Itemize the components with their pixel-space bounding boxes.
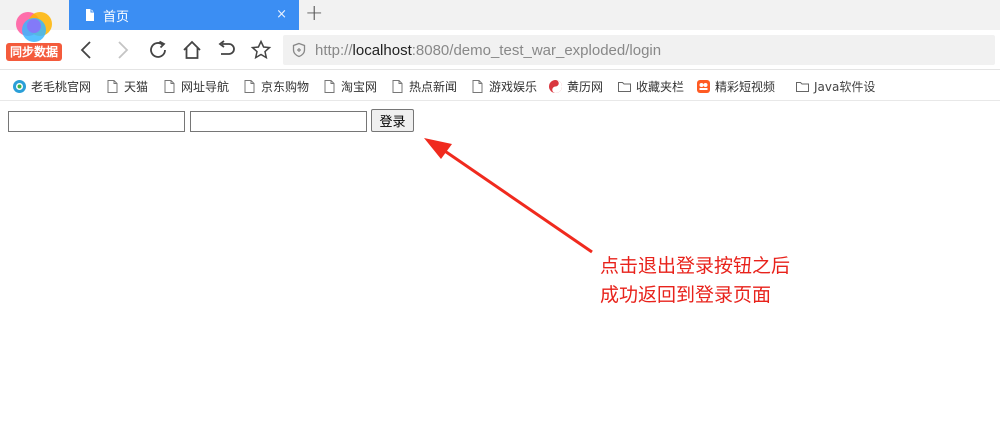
url-text[interactable]: http://localhost:8080/demo_test_war_expl…	[315, 42, 661, 59]
bookmark-label: 收藏夹栏	[636, 79, 685, 94]
undo-icon[interactable]	[215, 39, 237, 61]
tab-strip: 首页 × +	[0, 0, 1000, 30]
reload-icon[interactable]	[147, 39, 169, 61]
bookmark-games[interactable]: 游戏娱乐	[470, 77, 537, 95]
bookmark-label: 黄历网	[567, 79, 604, 94]
bookmark-short-video[interactable]: 精彩短视频	[696, 77, 775, 95]
bookmark-laomaotao[interactable]: 老毛桃官网	[12, 77, 91, 95]
page-icon	[107, 79, 118, 93]
back-icon[interactable]	[76, 39, 98, 61]
video-icon	[697, 79, 710, 93]
tab-home[interactable]: 首页 ×	[69, 0, 299, 30]
new-tab-button[interactable]: +	[305, 3, 323, 25]
document-icon	[86, 9, 94, 21]
bookmark-label: 老毛桃官网	[31, 79, 92, 94]
bookmark-jd[interactable]: 京东购物	[242, 77, 309, 95]
forward-icon[interactable]	[111, 39, 133, 61]
home-icon[interactable]	[181, 39, 203, 61]
tab-title: 首页	[103, 9, 130, 25]
page-icon	[472, 79, 483, 93]
bookmark-huangli[interactable]: 黄历网	[548, 77, 603, 95]
bookmark-label: 热点新闻	[409, 79, 458, 94]
page-icon	[392, 79, 403, 93]
url-host: localhost	[352, 41, 412, 59]
annotation-text: 点击退出登录按钮之后 成功返回到登录页面	[600, 252, 790, 310]
shield-icon[interactable]	[291, 42, 307, 58]
bookmark-label: 游戏娱乐	[489, 79, 538, 94]
star-icon[interactable]	[250, 39, 272, 61]
page-icon	[324, 79, 335, 93]
bookmark-java-folder[interactable]: Java软件设	[795, 77, 875, 95]
sync-badge[interactable]: 同步数据	[6, 43, 62, 61]
annotation-arrow	[424, 138, 593, 254]
bookmark-label: 淘宝网	[341, 79, 378, 94]
folder-icon	[618, 81, 631, 92]
address-bar[interactable]: http://localhost:8080/demo_test_war_expl…	[283, 35, 995, 65]
bookmarks-bar: 老毛桃官网 天猫 网址导航 京东购物 淘宝网 热点新闻 游戏娱乐 黄历网 收藏夹…	[0, 71, 1000, 101]
bookmark-tmall[interactable]: 天猫	[105, 77, 148, 95]
annotation-line-1: 点击退出登录按钮之后	[600, 255, 791, 277]
navigation-bar: http://localhost:8080/demo_test_war_expl…	[0, 30, 1000, 70]
bookmark-label: 天猫	[124, 79, 149, 94]
bookmark-taobao[interactable]: 淘宝网	[322, 77, 377, 95]
browser-logo-icon	[16, 12, 52, 42]
page-content: 登录 点击退出登录按钮之后 成功返回到登录页面	[0, 101, 1000, 422]
bookmark-label: Java软件设	[814, 79, 876, 94]
close-icon[interactable]: ×	[276, 8, 287, 22]
url-path: :8080/demo_test_war_exploded/login	[411, 41, 662, 59]
annotation-line-2: 成功返回到登录页面	[600, 284, 772, 306]
bookmark-favorites-folder[interactable]: 收藏夹栏	[617, 77, 684, 95]
url-scheme: http://	[315, 41, 353, 59]
folder-icon	[796, 81, 809, 92]
page-icon	[164, 79, 175, 93]
bookmark-label: 网址导航	[181, 79, 230, 94]
bookmark-hot-news[interactable]: 热点新闻	[390, 77, 457, 95]
yinyang-icon	[549, 79, 562, 93]
bookmark-label: 京东购物	[261, 79, 310, 94]
page-icon	[244, 79, 255, 93]
browser-logo[interactable]: 同步数据	[6, 6, 62, 62]
bookmark-label: 精彩短视频	[715, 79, 776, 94]
globe-icon	[13, 79, 26, 93]
bookmark-url-nav[interactable]: 网址导航	[162, 77, 229, 95]
